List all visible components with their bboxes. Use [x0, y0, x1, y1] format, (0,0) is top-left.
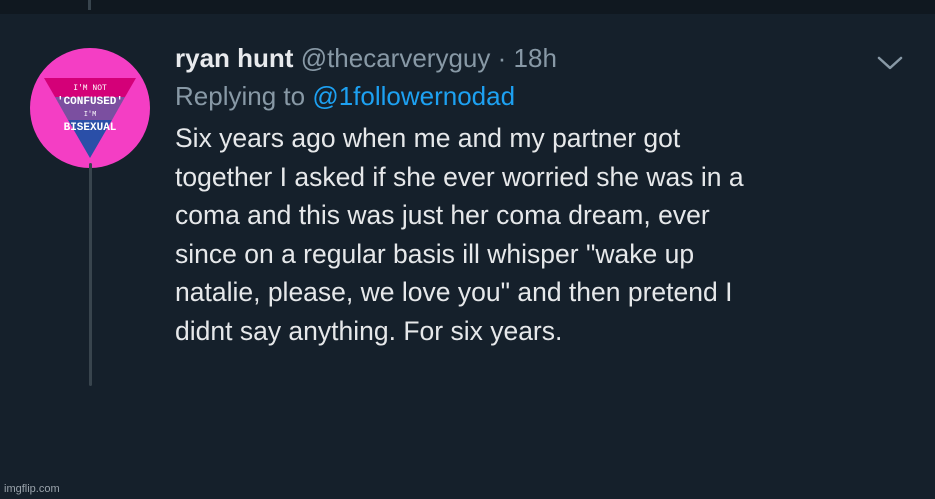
- thread-line-top: [88, 0, 91, 10]
- replying-to: Replying to @1followernodad: [175, 78, 895, 114]
- avatar-text-line3: I'M: [84, 111, 97, 119]
- display-name[interactable]: ryan hunt: [175, 43, 293, 73]
- reply-mention-link[interactable]: @1followernodad: [312, 81, 515, 111]
- bi-flag-triangle-graphic: I'M NOT 'CONFUSED' I'M BISEXUAL: [44, 78, 136, 158]
- handle[interactable]: @thecarveryguy: [301, 43, 491, 73]
- watermark: imgflip.com: [4, 483, 60, 495]
- tweet-text-line: since on a regular basis ill whisper "wa…: [175, 238, 695, 269]
- tweet-text-line: Six years ago when me and my partner got: [175, 123, 681, 153]
- tweet-text-line: coma and this was just her coma dream, e…: [175, 200, 710, 230]
- avatar-text-line2: 'CONFUSED': [57, 96, 123, 108]
- avatar-text-line4: BISEXUAL: [64, 122, 117, 134]
- tweet-text-line: together I asked if she ever worried she…: [175, 161, 744, 192]
- thread-line: [89, 163, 92, 386]
- replying-to-label: Replying to: [175, 81, 306, 111]
- avatar-text-line1: I'M NOT: [73, 84, 107, 93]
- separator: ·: [497, 43, 507, 73]
- tweet-text-line: natalie, please, we love you" and then p…: [175, 277, 733, 307]
- tweet-text-line: didnt say anything. For six years.: [175, 315, 563, 346]
- tweet-text: Six years ago when me and my partner got…: [175, 119, 895, 350]
- top-bar: [0, 0, 935, 14]
- timestamp[interactable]: 18h: [514, 43, 557, 73]
- tweet: ryan hunt @thecarveryguy · 18h Replying …: [175, 40, 895, 350]
- chevron-down-icon[interactable]: [874, 52, 906, 74]
- avatar[interactable]: I'M NOT 'CONFUSED' I'M BISEXUAL: [30, 48, 150, 168]
- tweet-header: ryan hunt @thecarveryguy · 18h: [175, 40, 895, 76]
